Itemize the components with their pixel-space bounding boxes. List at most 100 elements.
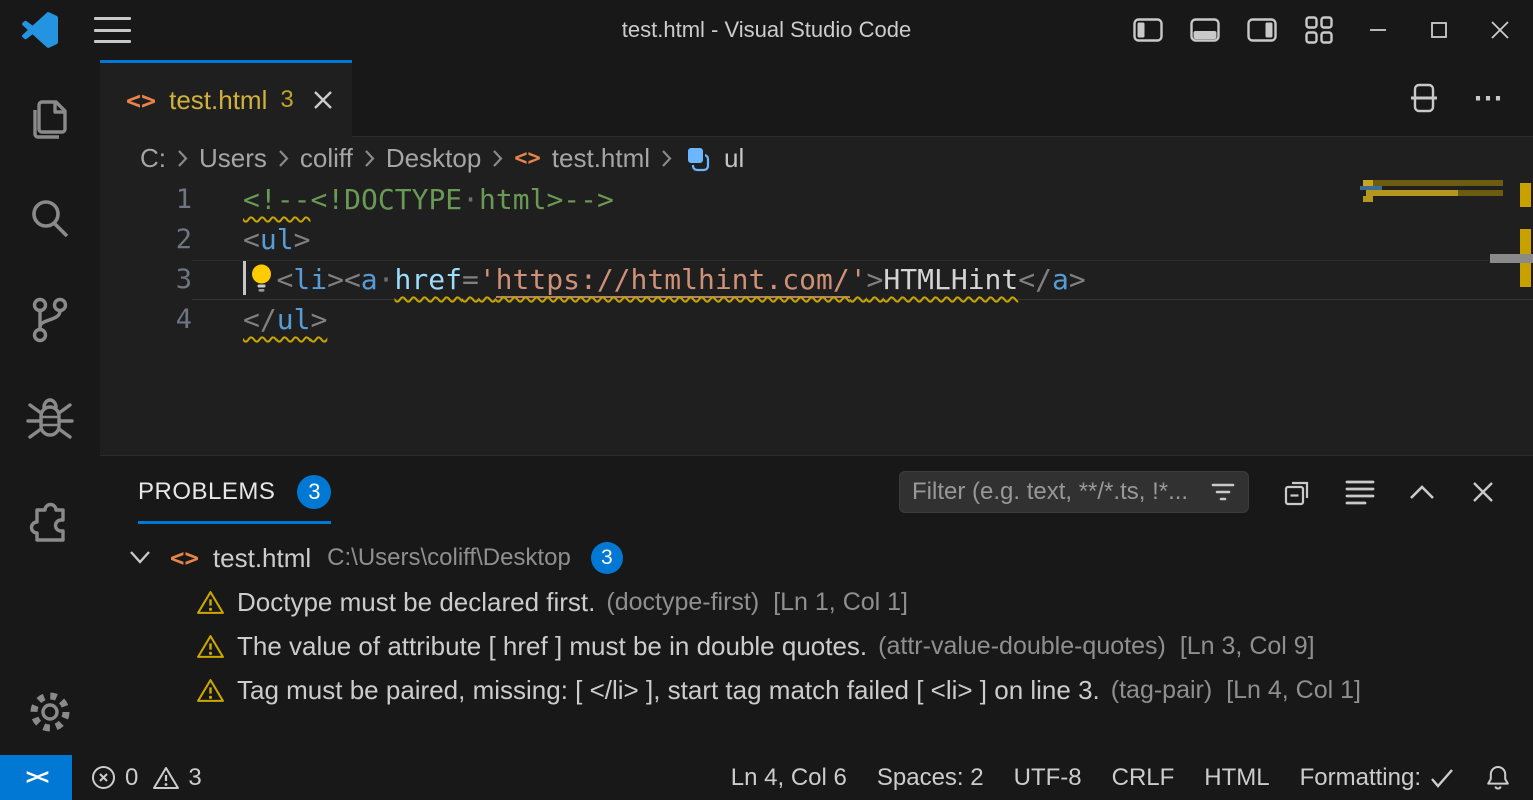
active-tab-underline bbox=[138, 521, 331, 524]
problems-list: Doctype must be declared first.(doctype-… bbox=[100, 580, 1533, 712]
panel-actions bbox=[899, 456, 1497, 528]
line-number: 3 bbox=[100, 260, 192, 300]
code-token: ul bbox=[260, 223, 294, 256]
split-editor-icon[interactable] bbox=[1409, 82, 1439, 114]
code-token: ul bbox=[277, 303, 311, 336]
code-token: </ bbox=[1018, 263, 1052, 296]
warning-icon bbox=[196, 589, 225, 616]
view-as-table-icon[interactable] bbox=[1345, 479, 1375, 505]
problem-location: [Ln 3, Col 9] bbox=[1180, 632, 1315, 661]
code-line[interactable]: 1<!--<!DOCTYPE·html>--> bbox=[100, 180, 1533, 220]
code-token: = bbox=[462, 263, 479, 296]
problems-file-badge: 3 bbox=[591, 542, 623, 574]
problem-rule-code: (tag-pair) bbox=[1111, 676, 1212, 705]
problem-message: Tag must be paired, missing: [ </li> ], … bbox=[237, 675, 1100, 706]
language-mode-status[interactable]: HTML bbox=[1204, 764, 1269, 792]
problem-row[interactable]: Doctype must be declared first.(doctype-… bbox=[100, 580, 1533, 624]
minimap[interactable] bbox=[1360, 180, 1503, 455]
problem-message: The value of attribute [ href ] must be … bbox=[237, 631, 867, 662]
maximize-button[interactable] bbox=[1422, 13, 1456, 47]
customize-layout-button[interactable] bbox=[1304, 15, 1334, 45]
status-bar: >< 0 3 Ln 4, Col 6 Spaces: 2 UTF-8 CRLF … bbox=[0, 755, 1533, 800]
problems-filter-box[interactable] bbox=[899, 471, 1249, 513]
code-editor[interactable]: 1<!--<!DOCTYPE·html>-->2<ul>3<li><a·href… bbox=[100, 180, 1533, 455]
line-content: <ul> bbox=[192, 220, 1533, 260]
notifications-bell-icon[interactable] bbox=[1485, 764, 1511, 792]
problem-row[interactable]: Tag must be paired, missing: [ </li> ], … bbox=[100, 668, 1533, 712]
eol-status[interactable]: CRLF bbox=[1112, 764, 1175, 792]
tab-close-icon[interactable] bbox=[311, 88, 335, 112]
breadcrumb-item-file[interactable]: test.html bbox=[552, 143, 650, 174]
errors-warnings-status[interactable]: 0 3 bbox=[90, 764, 202, 792]
code-line[interactable]: 4</ul> bbox=[100, 300, 1533, 340]
error-count: 0 bbox=[125, 764, 138, 792]
code-token: > bbox=[310, 303, 327, 336]
search-icon[interactable] bbox=[0, 184, 100, 256]
problems-filter-input[interactable] bbox=[912, 478, 1210, 506]
breadcrumb-item-users[interactable]: Users bbox=[199, 143, 267, 174]
problem-row[interactable]: The value of attribute [ href ] must be … bbox=[100, 624, 1533, 668]
chevron-right-icon bbox=[661, 149, 672, 168]
extensions-icon[interactable] bbox=[0, 484, 100, 556]
indentation-status[interactable]: Spaces: 2 bbox=[877, 764, 984, 792]
code-line[interactable]: 2<ul> bbox=[100, 220, 1533, 260]
problems-file-group[interactable]: <> test.html C:\Users\coliff\Desktop 3 bbox=[100, 536, 1533, 580]
problem-rule-code: (doctype-first) bbox=[606, 588, 759, 617]
code-token: <!-- bbox=[243, 183, 310, 216]
tab-problems[interactable]: PROBLEMS 3 bbox=[138, 456, 331, 528]
code-token: </ bbox=[243, 303, 277, 336]
remote-indicator[interactable]: >< bbox=[0, 755, 72, 800]
code-token: a bbox=[361, 263, 378, 296]
code-token: <!DOCTYPE bbox=[310, 183, 462, 216]
check-icon bbox=[1429, 767, 1455, 789]
problem-location: [Ln 4, Col 1] bbox=[1226, 676, 1361, 705]
problems-count-badge: 3 bbox=[297, 475, 331, 509]
tab-strip: <> test.html 3 ⋯ bbox=[100, 60, 1533, 137]
code-token: · bbox=[378, 263, 395, 296]
maximize-panel-icon[interactable] bbox=[1408, 483, 1436, 501]
run-and-debug-icon[interactable] bbox=[0, 384, 100, 456]
code-token: > bbox=[294, 223, 311, 256]
chevron-right-icon bbox=[364, 149, 375, 168]
filter-icon bbox=[1210, 481, 1236, 503]
toggle-secondary-sidebar-button[interactable] bbox=[1247, 15, 1277, 45]
breadcrumb-item-coliff[interactable]: coliff bbox=[300, 143, 353, 174]
panel-header: PROBLEMS 3 bbox=[100, 456, 1533, 528]
symbol-element-icon bbox=[683, 145, 713, 173]
line-content: </ul> bbox=[192, 300, 1533, 340]
lightbulb-icon[interactable] bbox=[248, 262, 275, 294]
warning-icon bbox=[152, 765, 180, 791]
explorer-icon[interactable] bbox=[0, 86, 100, 158]
window-title: test.html - Visual Studio Code bbox=[622, 0, 911, 60]
code-token: a bbox=[1052, 263, 1069, 296]
more-actions-icon[interactable]: ⋯ bbox=[1473, 81, 1503, 116]
encoding-status[interactable]: UTF-8 bbox=[1014, 764, 1082, 792]
close-panel-icon[interactable] bbox=[1469, 478, 1497, 506]
source-control-icon[interactable] bbox=[0, 284, 100, 356]
code-line[interactable]: 3<li><a·href='https://htmlhint.com/'>HTM… bbox=[100, 260, 1533, 300]
breadcrumb-item-drive[interactable]: C: bbox=[140, 143, 166, 174]
settings-gear-icon[interactable] bbox=[0, 676, 100, 748]
code-token: ' bbox=[479, 263, 496, 296]
menu-hamburger-button[interactable] bbox=[94, 17, 131, 43]
problems-tree: <> test.html C:\Users\coliff\Desktop 3 D… bbox=[100, 528, 1533, 712]
text-cursor bbox=[243, 261, 246, 295]
collapse-all-icon[interactable] bbox=[1282, 477, 1312, 507]
formatting-status[interactable]: Formatting: bbox=[1300, 764, 1455, 792]
remote-icon: >< bbox=[26, 765, 47, 790]
tab-test-html[interactable]: <> test.html 3 bbox=[100, 60, 352, 137]
activity-bar bbox=[0, 60, 100, 755]
editor-actions: ⋯ bbox=[352, 60, 1533, 137]
overview-ruler[interactable] bbox=[1503, 180, 1533, 455]
code-token: ' bbox=[850, 263, 867, 296]
minimize-button[interactable] bbox=[1361, 13, 1395, 47]
toggle-panel-button[interactable] bbox=[1190, 15, 1220, 45]
breadcrumb: C: Users coliff Desktop <> test.html ul bbox=[100, 137, 1533, 180]
close-window-button[interactable] bbox=[1483, 13, 1517, 47]
code-token: > bbox=[1069, 263, 1086, 296]
breadcrumb-item-desktop[interactable]: Desktop bbox=[386, 143, 481, 174]
breadcrumb-item-symbol[interactable]: ul bbox=[724, 143, 744, 174]
cursor-position-status[interactable]: Ln 4, Col 6 bbox=[731, 764, 847, 792]
editor-group: <> test.html 3 ⋯ C: Users coliff Desktop… bbox=[100, 60, 1533, 755]
toggle-primary-sidebar-button[interactable] bbox=[1133, 15, 1163, 45]
